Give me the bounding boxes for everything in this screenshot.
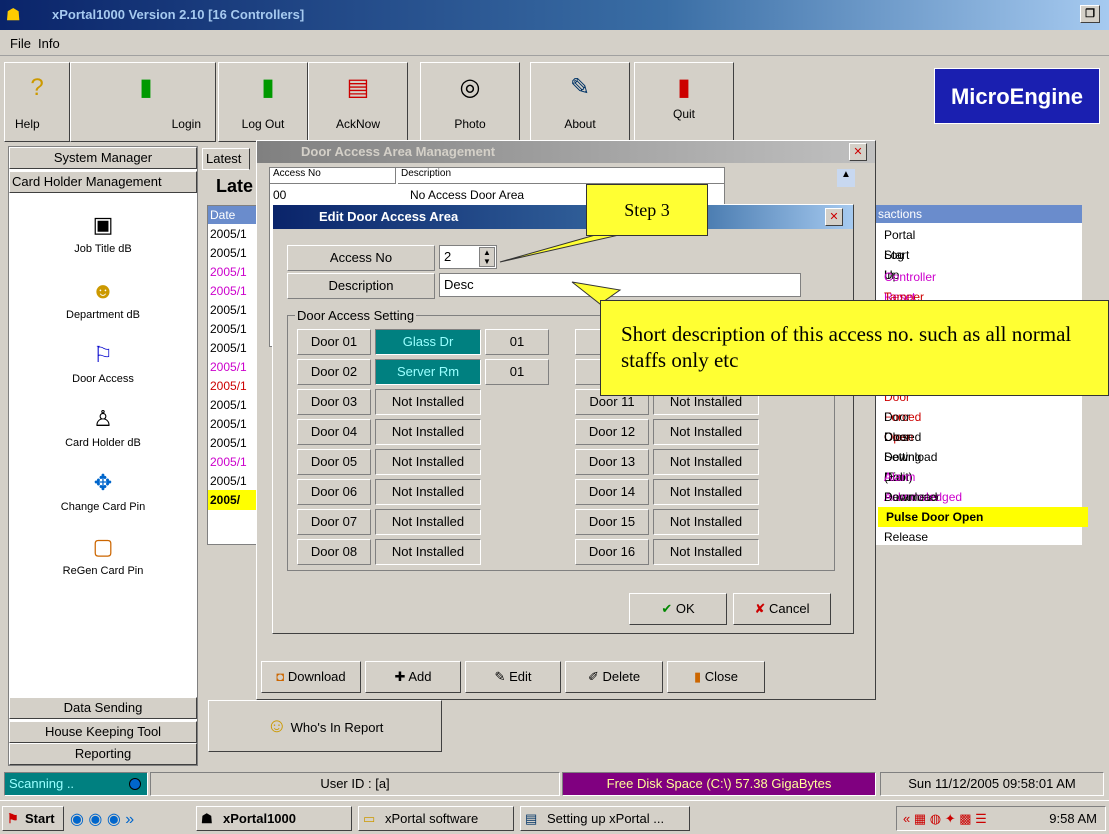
task-xportal1000[interactable]: ☗ xPortal1000 [196,806,352,831]
app-icon: ☗ [201,811,213,826]
status-led-icon [129,778,141,790]
description-callout: Short description of this access no. suc… [600,300,1109,396]
status-bar: Scanning .. User ID : [a] Free Disk Spac… [0,768,1109,798]
task-setting-up[interactable]: ▤ Setting up xPortal ... [520,806,690,831]
task-xportal-software[interactable]: ▭ xPortal software [358,806,514,831]
date-time: Sun 11/12/2005 09:58:01 AM [880,772,1104,796]
tray-icons[interactable]: « ▦ ◍ ✦ ▩ ☰ [903,807,987,830]
folder-icon: ▭ [363,811,376,826]
taskbar: ⚑ Start ◉ ◉ ◉ » ☗ xPortal1000 ▭ xPortal sof… [0,800,1109,834]
system-tray: « ▦ ◍ ✦ ▩ ☰ 9:58 AM [896,806,1106,831]
windows-flag-icon: ⚑ [7,811,19,826]
step-3-callout: Step 3 [586,184,708,236]
scanning-status: Scanning .. [4,772,148,796]
callout-pointers [499,227,651,305]
clock: 9:58 AM [1049,811,1097,826]
word-icon: ▤ [525,811,538,826]
user-id: User ID : [a] [150,772,560,796]
start-button[interactable]: ⚑ Start [2,806,64,831]
quicklaunch-icons[interactable]: ◉ ◉ ◉ » [70,809,134,829]
disk-space: Free Disk Space (C:\) 57.38 GigaBytes [562,772,876,796]
